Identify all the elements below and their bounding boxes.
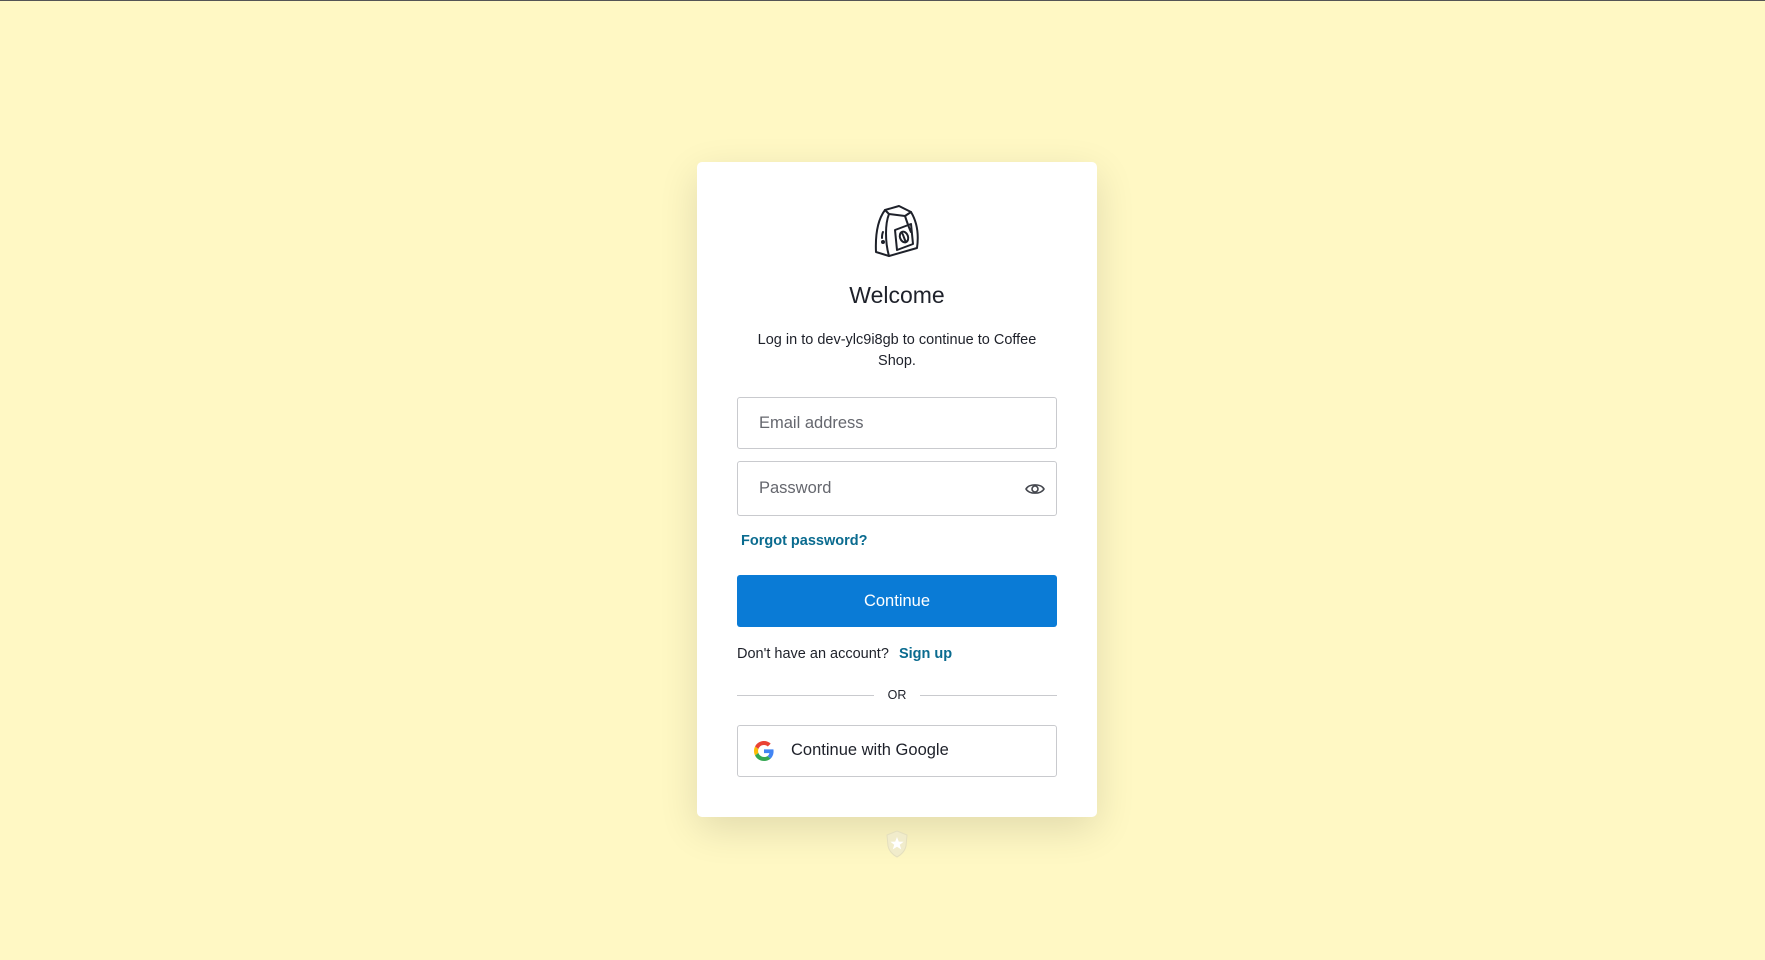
page-title: Welcome bbox=[849, 282, 945, 308]
google-button-label: Continue with Google bbox=[791, 741, 949, 759]
auth0-shield-icon bbox=[886, 830, 908, 858]
coffee-bag-icon bbox=[874, 205, 919, 257]
password-field[interactable] bbox=[737, 461, 1057, 516]
signup-prompt: Don't have an account? bbox=[737, 646, 889, 662]
or-divider: OR bbox=[737, 687, 1057, 703]
password-input[interactable] bbox=[738, 462, 1056, 515]
forgot-password-link[interactable]: Forgot password? bbox=[741, 533, 867, 549]
login-description: Log in to dev-ylc9i8gb to continue to Co… bbox=[757, 332, 1037, 369]
google-icon bbox=[754, 741, 774, 761]
signup-link[interactable]: Sign up bbox=[899, 646, 952, 662]
divider-line-right bbox=[920, 695, 1057, 696]
email-field[interactable] bbox=[737, 397, 1057, 449]
login-card: Welcome Log in to dev-ylc9i8gb to contin… bbox=[697, 162, 1097, 817]
signup-row: Don't have an account? Sign up bbox=[737, 646, 952, 662]
continue-with-google-button[interactable]: Continue with Google bbox=[737, 725, 1057, 777]
continue-button[interactable]: Continue bbox=[737, 575, 1057, 627]
email-input[interactable] bbox=[738, 398, 1056, 448]
eye-icon[interactable] bbox=[1024, 478, 1046, 500]
